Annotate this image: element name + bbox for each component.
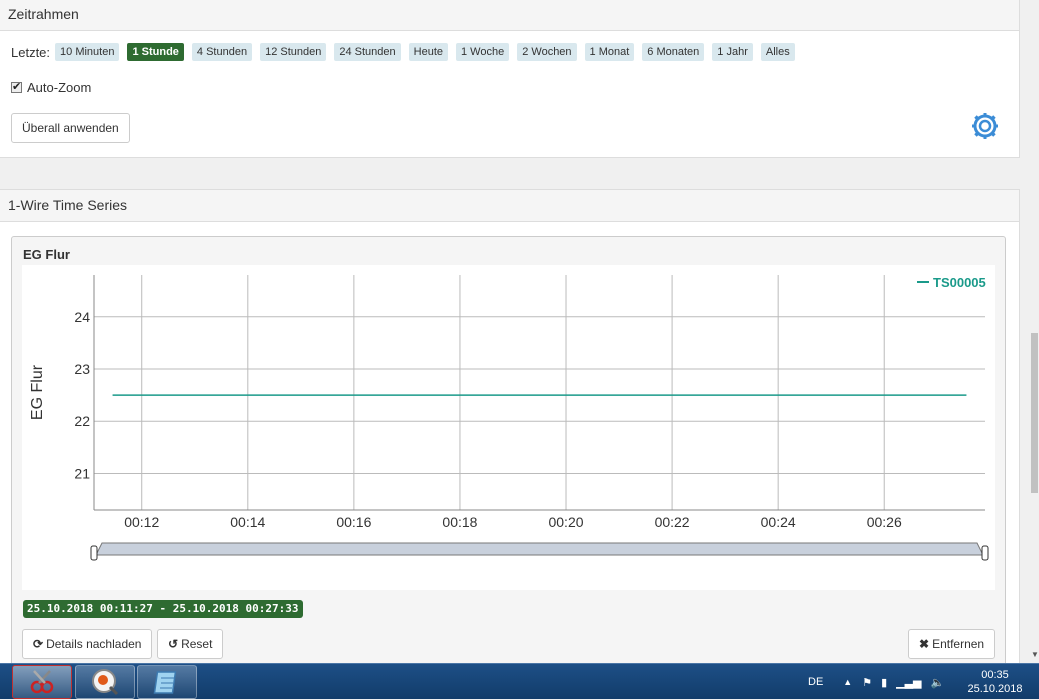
timeframe-panel: Zeitrahmen <box>0 0 1020 158</box>
action-center-flag-icon[interactable]: ⚑ <box>862 676 872 689</box>
range-chip[interactable]: 1 Woche <box>456 43 510 61</box>
reset-label: Reset <box>181 637 213 651</box>
undo-icon: ↺ <box>168 637 179 651</box>
range-chip[interactable]: 1 Monat <box>584 43 635 61</box>
scrollbar-thumb[interactable] <box>1031 333 1038 493</box>
autozoom-checkbox[interactable] <box>11 80 22 93</box>
apply-all-button[interactable]: Überall anwenden <box>11 113 130 143</box>
language-indicator[interactable]: DE <box>808 676 823 688</box>
y-tick-label: 21 <box>74 465 90 481</box>
navigator-selection <box>95 542 984 556</box>
x-tick-label: 00:22 <box>655 514 690 530</box>
magnifier-icon <box>92 669 119 696</box>
chart-plot-area: 21 22 23 24 00:12 00:14 00:16 00:18 00:20 00:22 00… <box>22 265 995 590</box>
clock-date: 25.10.2018 <box>967 683 1023 695</box>
x-tick-label: 00:18 <box>442 514 477 530</box>
clock-time: 00:35 <box>981 669 1009 681</box>
chart-card: EG Flur 21 22 23 24 00:12 00:14 00:16 00:18 00:2… <box>11 236 1006 663</box>
last-label: Letzte: <box>11 44 51 60</box>
range-selector: Letzte: 10 Minuten 1 Stunde 4 Stunden 12 St… <box>11 43 803 61</box>
reload-details-button[interactable]: ⟳ Details nachladen <box>22 629 153 659</box>
range-chip[interactable]: 6 Monaten <box>642 43 705 61</box>
browser-page: Zeitrahmen Letzte: 10 Minuten 1 Stunde 4 S… <box>0 0 1039 663</box>
refresh-icon: ⟳ <box>33 637 44 651</box>
range-chip[interactable]: 12 Stunden <box>260 43 327 61</box>
autozoom-label: Auto-Zoom <box>27 80 92 95</box>
reload-details-label: Details nachladen <box>46 637 142 651</box>
range-chip[interactable]: 2 Wochen <box>517 43 577 61</box>
y-axis-label: EG Flur <box>29 364 46 420</box>
taskbar: DE ▲ ⚑ ▮ ▁▃▅ 🔈 00:35 25.10.2018 <box>0 663 1039 699</box>
taskbar-app-notepad[interactable] <box>137 665 197 699</box>
y-tick-label: 24 <box>74 309 90 325</box>
range-chip[interactable]: 24 Stunden <box>334 43 401 61</box>
range-chip[interactable]: 1 Stunde <box>127 43 184 61</box>
legend-label: TS00005 <box>933 275 986 290</box>
reset-button[interactable]: ↺ Reset <box>157 629 224 659</box>
notepad-icon <box>153 671 177 694</box>
y-tick-label: 22 <box>74 413 90 429</box>
network-signal-icon[interactable]: ▁▃▅ <box>896 676 921 689</box>
range-chip[interactable]: Alles <box>760 43 795 61</box>
x-tick-label: 00:24 <box>761 514 796 530</box>
chart-title: EG Flur <box>23 247 70 262</box>
scissors-icon <box>30 670 54 694</box>
series-heading: 1-Wire Time Series <box>0 190 1019 222</box>
range-chip[interactable]: 4 Stunden <box>191 43 253 61</box>
x-tick-label: 00:16 <box>336 514 371 530</box>
taskbar-clock[interactable]: 00:35 25.10.2018 <box>960 668 1030 696</box>
range-chip[interactable]: 10 Minuten <box>55 43 120 61</box>
taskbar-app-browser[interactable] <box>75 665 135 699</box>
remove-button[interactable]: ✖ Entfernen <box>908 629 996 659</box>
range-chip[interactable]: Heute <box>408 43 448 61</box>
x-tick-label: 00:26 <box>867 514 902 530</box>
time-range-badge: 25.10.2018 00:11:27 - 25.10.2018 00:27:3… <box>23 600 303 618</box>
grafana-icon[interactable] <box>972 113 998 139</box>
autozoom-option[interactable]: Auto-Zoom <box>11 80 91 95</box>
navigator-handle-left[interactable] <box>90 545 98 561</box>
x-tick-label: 00:14 <box>230 514 265 530</box>
volume-icon[interactable]: 🔈 <box>931 676 945 689</box>
x-tick-label: 00:20 <box>548 514 583 530</box>
timeframe-heading: Zeitrahmen <box>0 0 1019 31</box>
x-tick-label: 00:12 <box>124 514 159 530</box>
page-scrollbar[interactable]: ▼ <box>1030 0 1039 663</box>
navigator-handle-right[interactable] <box>981 545 989 561</box>
range-chip[interactable]: 1 Jahr <box>712 43 753 61</box>
taskbar-app-snipping[interactable] <box>12 665 72 699</box>
y-tick-label: 23 <box>74 361 90 377</box>
system-tray: DE ▲ ⚑ ▮ ▁▃▅ 🔈 <box>808 664 944 700</box>
close-icon: ✖ <box>919 637 930 651</box>
scroll-down-icon[interactable]: ▼ <box>1031 650 1039 659</box>
line-chart[interactable]: 21 22 23 24 00:12 00:14 00:16 00:18 00:20 00:22 00… <box>22 265 995 590</box>
remove-label: Entfernen <box>932 637 985 651</box>
power-icon[interactable]: ▮ <box>881 676 887 689</box>
show-hidden-icons-icon[interactable]: ▲ <box>843 677 852 687</box>
